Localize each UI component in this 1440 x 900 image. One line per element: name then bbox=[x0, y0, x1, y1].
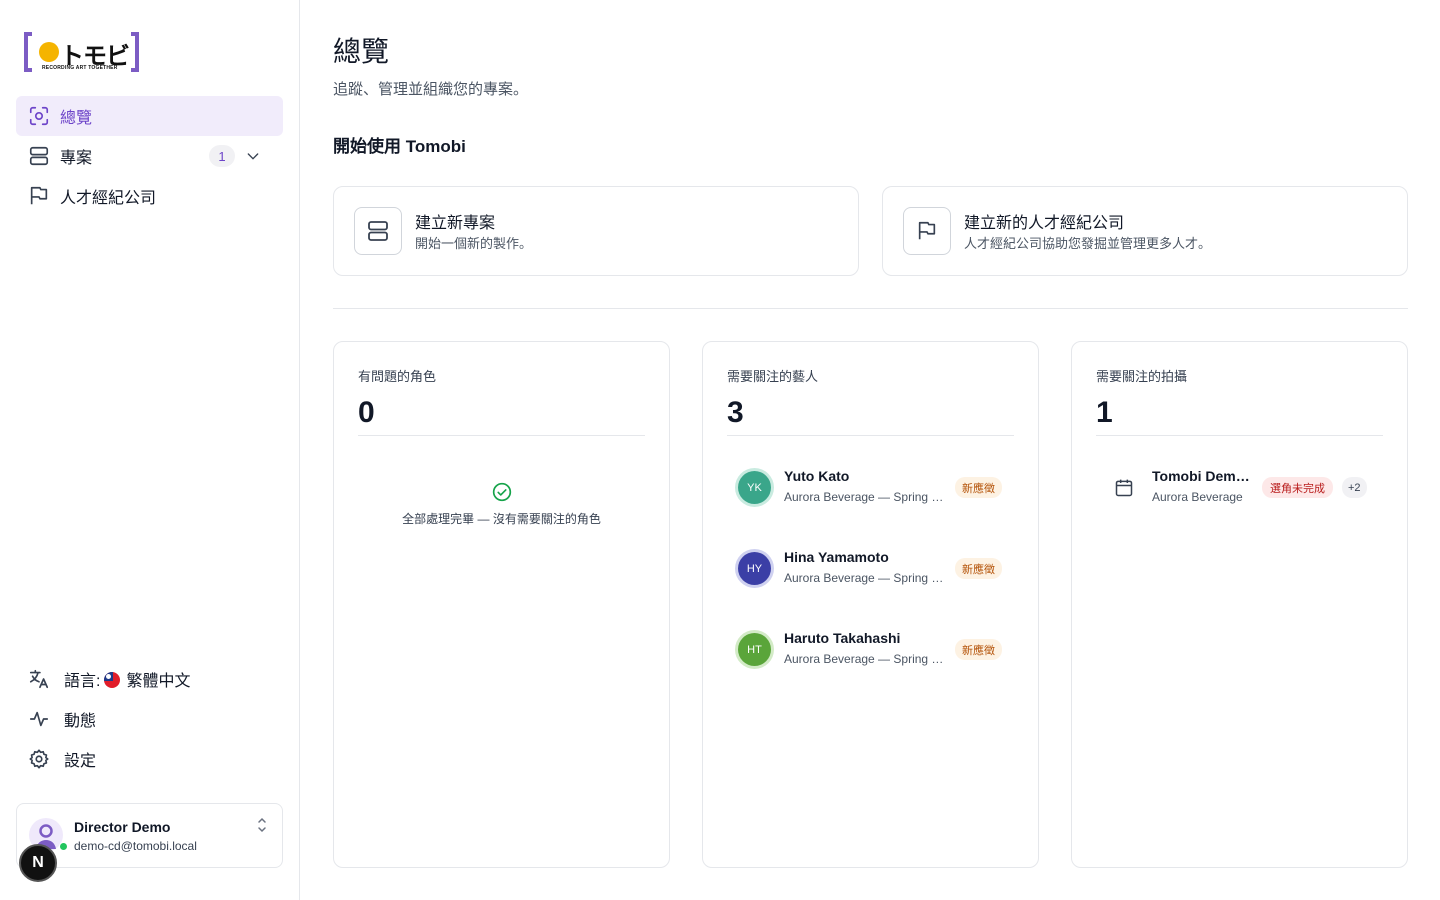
overview-icon bbox=[28, 105, 50, 127]
action-title: 建立新的人才經紀公司 bbox=[964, 215, 1125, 232]
shoot-project: Aurora Beverage bbox=[1152, 490, 1243, 504]
stat-count: 0 bbox=[358, 396, 375, 429]
logo-dot bbox=[39, 42, 59, 62]
sidebar-item-label: 人才經紀公司 bbox=[60, 190, 157, 207]
section-divider bbox=[333, 308, 1408, 309]
chevron-up-down-icon[interactable] bbox=[256, 816, 268, 834]
talent-name: Hina Yamamoto bbox=[784, 549, 889, 565]
talent-row[interactable]: HY Hina Yamamoto Aurora Beverage — Sprin… bbox=[727, 538, 1014, 598]
stat-count: 1 bbox=[1096, 396, 1113, 429]
sidebar-item-label: 專案 bbox=[60, 150, 93, 167]
logo-tagline: RECORDING ART TOGETHER bbox=[42, 65, 118, 71]
logo-bracket-left bbox=[24, 32, 32, 72]
sidebar-item-label: 總覽 bbox=[60, 110, 93, 127]
status-badge: 新應徵 bbox=[955, 558, 1002, 579]
language-selector[interactable]: 語言: 繁體中文 bbox=[16, 659, 283, 699]
sidebar-item-label: 設定 bbox=[64, 753, 97, 770]
status-badge: 選角未完成 bbox=[1262, 477, 1333, 498]
shoot-row[interactable]: Tomobi Demo Shoot Aurora Beverage 選角未完成 … bbox=[1096, 457, 1383, 517]
create-project-card[interactable]: 建立新專案 開始一個新的製作。 bbox=[333, 186, 859, 276]
page-title: 總覽 bbox=[333, 36, 390, 67]
stat-label: 有問題的角色 bbox=[358, 369, 437, 384]
status-badge: 新應徵 bbox=[955, 639, 1002, 660]
user-email: demo-cd@tomobi.local bbox=[74, 839, 197, 853]
action-subtitle: 開始一個新的製作。 bbox=[415, 236, 533, 251]
sidebar: トモビ RECORDING ART TOGETHER 總覽 專案 1 人才經紀公… bbox=[0, 0, 300, 900]
avatar: YK bbox=[738, 471, 771, 504]
chevron-down-icon[interactable] bbox=[245, 148, 261, 164]
stat-count: 3 bbox=[727, 396, 744, 429]
projects-count-badge: 1 bbox=[209, 145, 235, 167]
getting-started-title: 開始使用 Tomobi bbox=[333, 137, 466, 156]
empty-state-text: 全部處理完畢 — 沒有需要關注的角色 bbox=[402, 512, 601, 526]
projects-icon bbox=[28, 145, 50, 167]
online-status-dot bbox=[59, 842, 68, 851]
taiwan-flag-icon bbox=[104, 672, 121, 688]
flag-icon bbox=[28, 185, 50, 207]
calendar-icon bbox=[1114, 478, 1134, 498]
talent-project: Aurora Beverage — Spring Campaign bbox=[784, 571, 944, 585]
avatar: HT bbox=[738, 633, 771, 666]
talents-attention-card: 需要關注的藝人 3 YK Yuto Kato Aurora Beverage —… bbox=[702, 341, 1039, 868]
create-agency-card[interactable]: 建立新的人才經紀公司 人才經紀公司協助您發掘並管理更多人才。 bbox=[882, 186, 1408, 276]
talent-project: Aurora Beverage — Spring Campaign bbox=[784, 490, 944, 504]
brand-logo[interactable]: トモビ RECORDING ART TOGETHER bbox=[24, 32, 139, 72]
sidebar-item-overview[interactable]: 總覽 bbox=[16, 96, 283, 136]
stat-label: 需要關注的拍攝 bbox=[1096, 369, 1188, 384]
sidebar-bottom-nav: 語言: 繁體中文 動態 設定 bbox=[16, 659, 283, 779]
sidebar-nav: 總覽 專案 1 人才經紀公司 bbox=[16, 96, 283, 216]
problem-roles-card: 有問題的角色 0 全部處理完畢 — 沒有需要關注的角色 bbox=[333, 341, 670, 868]
activity-icon bbox=[28, 708, 50, 730]
dev-tools-badge[interactable]: N bbox=[19, 844, 57, 882]
sidebar-item-agencies[interactable]: 人才經紀公司 bbox=[16, 176, 283, 216]
page-subtitle: 追蹤、管理並組織您的專案。 bbox=[333, 81, 529, 98]
sidebar-item-projects[interactable]: 專案 1 bbox=[16, 136, 283, 176]
shoots-attention-card: 需要關注的拍攝 1 Tomobi Demo Shoot Aurora Bever… bbox=[1071, 341, 1408, 868]
talent-name: Yuto Kato bbox=[784, 468, 850, 484]
action-subtitle: 人才經紀公司協助您發掘並管理更多人才。 bbox=[964, 236, 1212, 251]
talent-row[interactable]: HT Haruto Takahashi Aurora Beverage — Sp… bbox=[727, 619, 1014, 679]
shoot-name: Tomobi Demo Shoot bbox=[1152, 468, 1254, 484]
flag-icon bbox=[903, 207, 951, 255]
language-label: 語言: bbox=[64, 673, 101, 690]
empty-state: 全部處理完畢 — 沒有需要關注的角色 bbox=[334, 482, 669, 527]
stat-divider bbox=[727, 435, 1014, 436]
projects-icon bbox=[354, 207, 402, 255]
stat-label: 需要關注的藝人 bbox=[727, 369, 819, 384]
avatar: HY bbox=[738, 552, 771, 585]
status-badge: 新應徵 bbox=[955, 477, 1002, 498]
language-value: 繁體中文 bbox=[126, 673, 191, 690]
sidebar-item-label: 動態 bbox=[64, 713, 97, 730]
more-count-badge[interactable]: +2 bbox=[1342, 477, 1367, 498]
talent-project: Aurora Beverage — Spring Campaign bbox=[784, 652, 944, 666]
sidebar-item-activity[interactable]: 動態 bbox=[16, 699, 283, 739]
translate-icon bbox=[28, 668, 50, 690]
action-title: 建立新專案 bbox=[415, 215, 496, 232]
sidebar-item-settings[interactable]: 設定 bbox=[16, 739, 283, 779]
check-circle-icon bbox=[492, 482, 512, 502]
stat-divider bbox=[358, 435, 645, 436]
stat-divider bbox=[1096, 435, 1383, 436]
talent-name: Haruto Takahashi bbox=[784, 630, 901, 646]
logo-bracket-right bbox=[131, 32, 139, 72]
talent-row[interactable]: YK Yuto Kato Aurora Beverage — Spring Ca… bbox=[727, 457, 1014, 517]
user-name: Director Demo bbox=[74, 819, 171, 835]
gear-icon bbox=[28, 748, 50, 770]
